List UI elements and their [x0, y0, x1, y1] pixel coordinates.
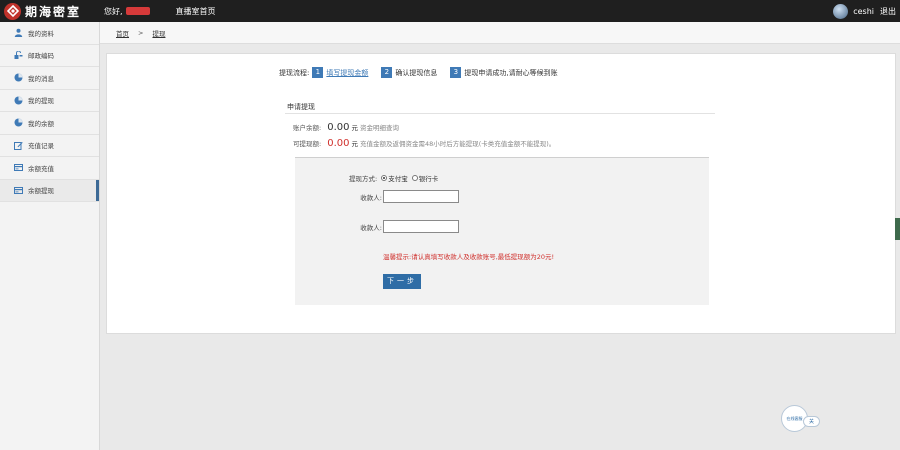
sidebar-item-label: 我的余额 — [28, 119, 54, 128]
withdrawable-label: 可提现额: — [293, 140, 322, 148]
username[interactable]: ceshi — [853, 7, 874, 16]
withdraw-card: 提现流程: 1 填写提现金额 2 确认提现信息 3 提现申请成功,请耐心等候到账… — [106, 53, 896, 334]
withdrawable-amount: 0.00 — [327, 138, 350, 149]
live-room-home-link[interactable]: 直播室首页 — [176, 6, 216, 17]
breadcrumb-home[interactable]: 首页 — [116, 28, 129, 38]
breadcrumb: 首页 > 提现 — [100, 22, 900, 44]
logo[interactable]: 期海密室 — [0, 2, 100, 20]
user-icon — [14, 28, 23, 38]
card-icon — [14, 163, 23, 172]
redacted-name — [125, 7, 150, 15]
payee-input[interactable] — [383, 190, 459, 203]
alipay-label[interactable]: 支付宝 — [388, 173, 408, 183]
avatar[interactable] — [833, 3, 849, 19]
alipay-radio[interactable] — [381, 175, 388, 181]
online-service-text: 在线客服 — [786, 416, 803, 421]
withdraw-form: 提现方式: 支付宝 银行卡 收款人: 收款人: 温馨提示:请认真填写收款人及收款… — [295, 157, 709, 305]
method-row: 提现方式: 支付宝 银行卡 — [349, 173, 442, 183]
warm-tip: 温馨提示:请认真填写收款人及收款账号,最低提现额为20元! — [383, 253, 555, 261]
step-confirm-info: 确认提现信息 — [395, 68, 438, 77]
greeting-text: 您好, — [104, 6, 123, 16]
balance-label: 账户余额: — [293, 124, 322, 132]
step-success: 提现申请成功,请耐心等候到账 — [464, 68, 558, 77]
withdrawable-unit: 元 — [351, 140, 358, 148]
sidebar-item-label: 我的消息 — [28, 74, 54, 83]
sidebar-item-label: 邮政编码 — [28, 52, 54, 61]
close-service-tag[interactable]: 关 — [803, 416, 820, 427]
balance-amount: 0.00 — [327, 122, 350, 133]
fund-details-link[interactable]: 资金明细查询 — [360, 122, 399, 132]
bank-card-label[interactable]: 银行卡 — [419, 173, 439, 183]
breadcrumb-separator: > — [138, 28, 144, 37]
user-area: ceshi 退出 — [833, 0, 896, 22]
sidebar-item-postcode[interactable]: 邮政编码 — [0, 45, 99, 67]
top-bar: 期海密室 您好, 直播室首页 ceshi 退出 — [0, 0, 900, 22]
sidebar-item-label: 余额提现 — [28, 187, 54, 196]
breadcrumb-current[interactable]: 提现 — [152, 28, 165, 38]
side-edge-tab[interactable] — [895, 218, 900, 240]
account-balance-row: 账户余额: 0.00 元 资金明细查询 — [293, 122, 399, 133]
sidebar-item-label: 充值记录 — [28, 142, 54, 151]
key-icon — [14, 50, 23, 60]
payee-label: 收款人: — [360, 193, 382, 202]
balance-unit: 元 — [351, 124, 358, 132]
sidebar-item-withdrawals[interactable]: 我的提现 — [0, 90, 99, 112]
sidebar-item-label: 余额充值 — [28, 164, 54, 173]
sidebar-item-recharge[interactable]: 余额充值 — [0, 157, 99, 180]
pie-chart-icon — [14, 96, 23, 105]
method-label: 提现方式: — [349, 175, 378, 183]
steps-label: 提现流程: — [279, 68, 310, 77]
sidebar-item-messages[interactable]: 我的消息 — [0, 67, 99, 90]
account-input[interactable] — [383, 220, 459, 233]
greeting: 您好, — [104, 6, 150, 17]
step-fill-amount: 填写提现金额 — [326, 68, 369, 77]
sidebar: 我的资料 邮政编码 我的消息 我的提现 我的余额 充值记录 余额充值 余额提现 — [0, 22, 100, 450]
divider — [285, 113, 715, 114]
account-label: 收款人: — [360, 223, 382, 232]
account-row: 收款人: — [355, 220, 459, 233]
withdrawable-note: 充值金额及返佣资金需48小时后方能提现(卡类充值金额不能提现)。 — [359, 140, 556, 148]
sidebar-item-label: 我的提现 — [28, 97, 54, 106]
logout-link[interactable]: 退出 — [880, 6, 896, 17]
logo-text: 期海密室 — [25, 4, 82, 19]
withdrawable-row: 可提现额: 0.00 元 充值金额及返佣资金需48小时后方能提现(卡类充值金额不… — [293, 138, 555, 149]
card-icon — [14, 186, 23, 195]
step-number: 1 — [312, 67, 324, 78]
withdraw-steps: 提现流程: 1 填写提现金额 2 确认提现信息 3 提现申请成功,请耐心等候到账 — [279, 67, 571, 78]
payee-row: 收款人: — [355, 190, 459, 203]
bank-card-radio[interactable] — [411, 175, 418, 181]
step-number: 3 — [450, 67, 462, 78]
pie-chart-icon — [14, 73, 23, 82]
sidebar-item-profile[interactable]: 我的资料 — [0, 22, 99, 45]
section-title: 申请提现 — [287, 103, 315, 111]
sidebar-item-recharge-records[interactable]: 充值记录 — [0, 135, 99, 157]
sidebar-item-label: 我的资料 — [28, 29, 54, 38]
step-number: 2 — [381, 67, 393, 78]
pie-chart-icon — [14, 118, 23, 127]
sidebar-item-balance[interactable]: 我的余额 — [0, 112, 99, 135]
sidebar-item-withdraw[interactable]: 余额提现 — [0, 179, 99, 202]
edit-icon — [14, 141, 23, 150]
logo-icon — [4, 2, 21, 20]
next-step-button[interactable]: 下一步 — [383, 274, 421, 289]
